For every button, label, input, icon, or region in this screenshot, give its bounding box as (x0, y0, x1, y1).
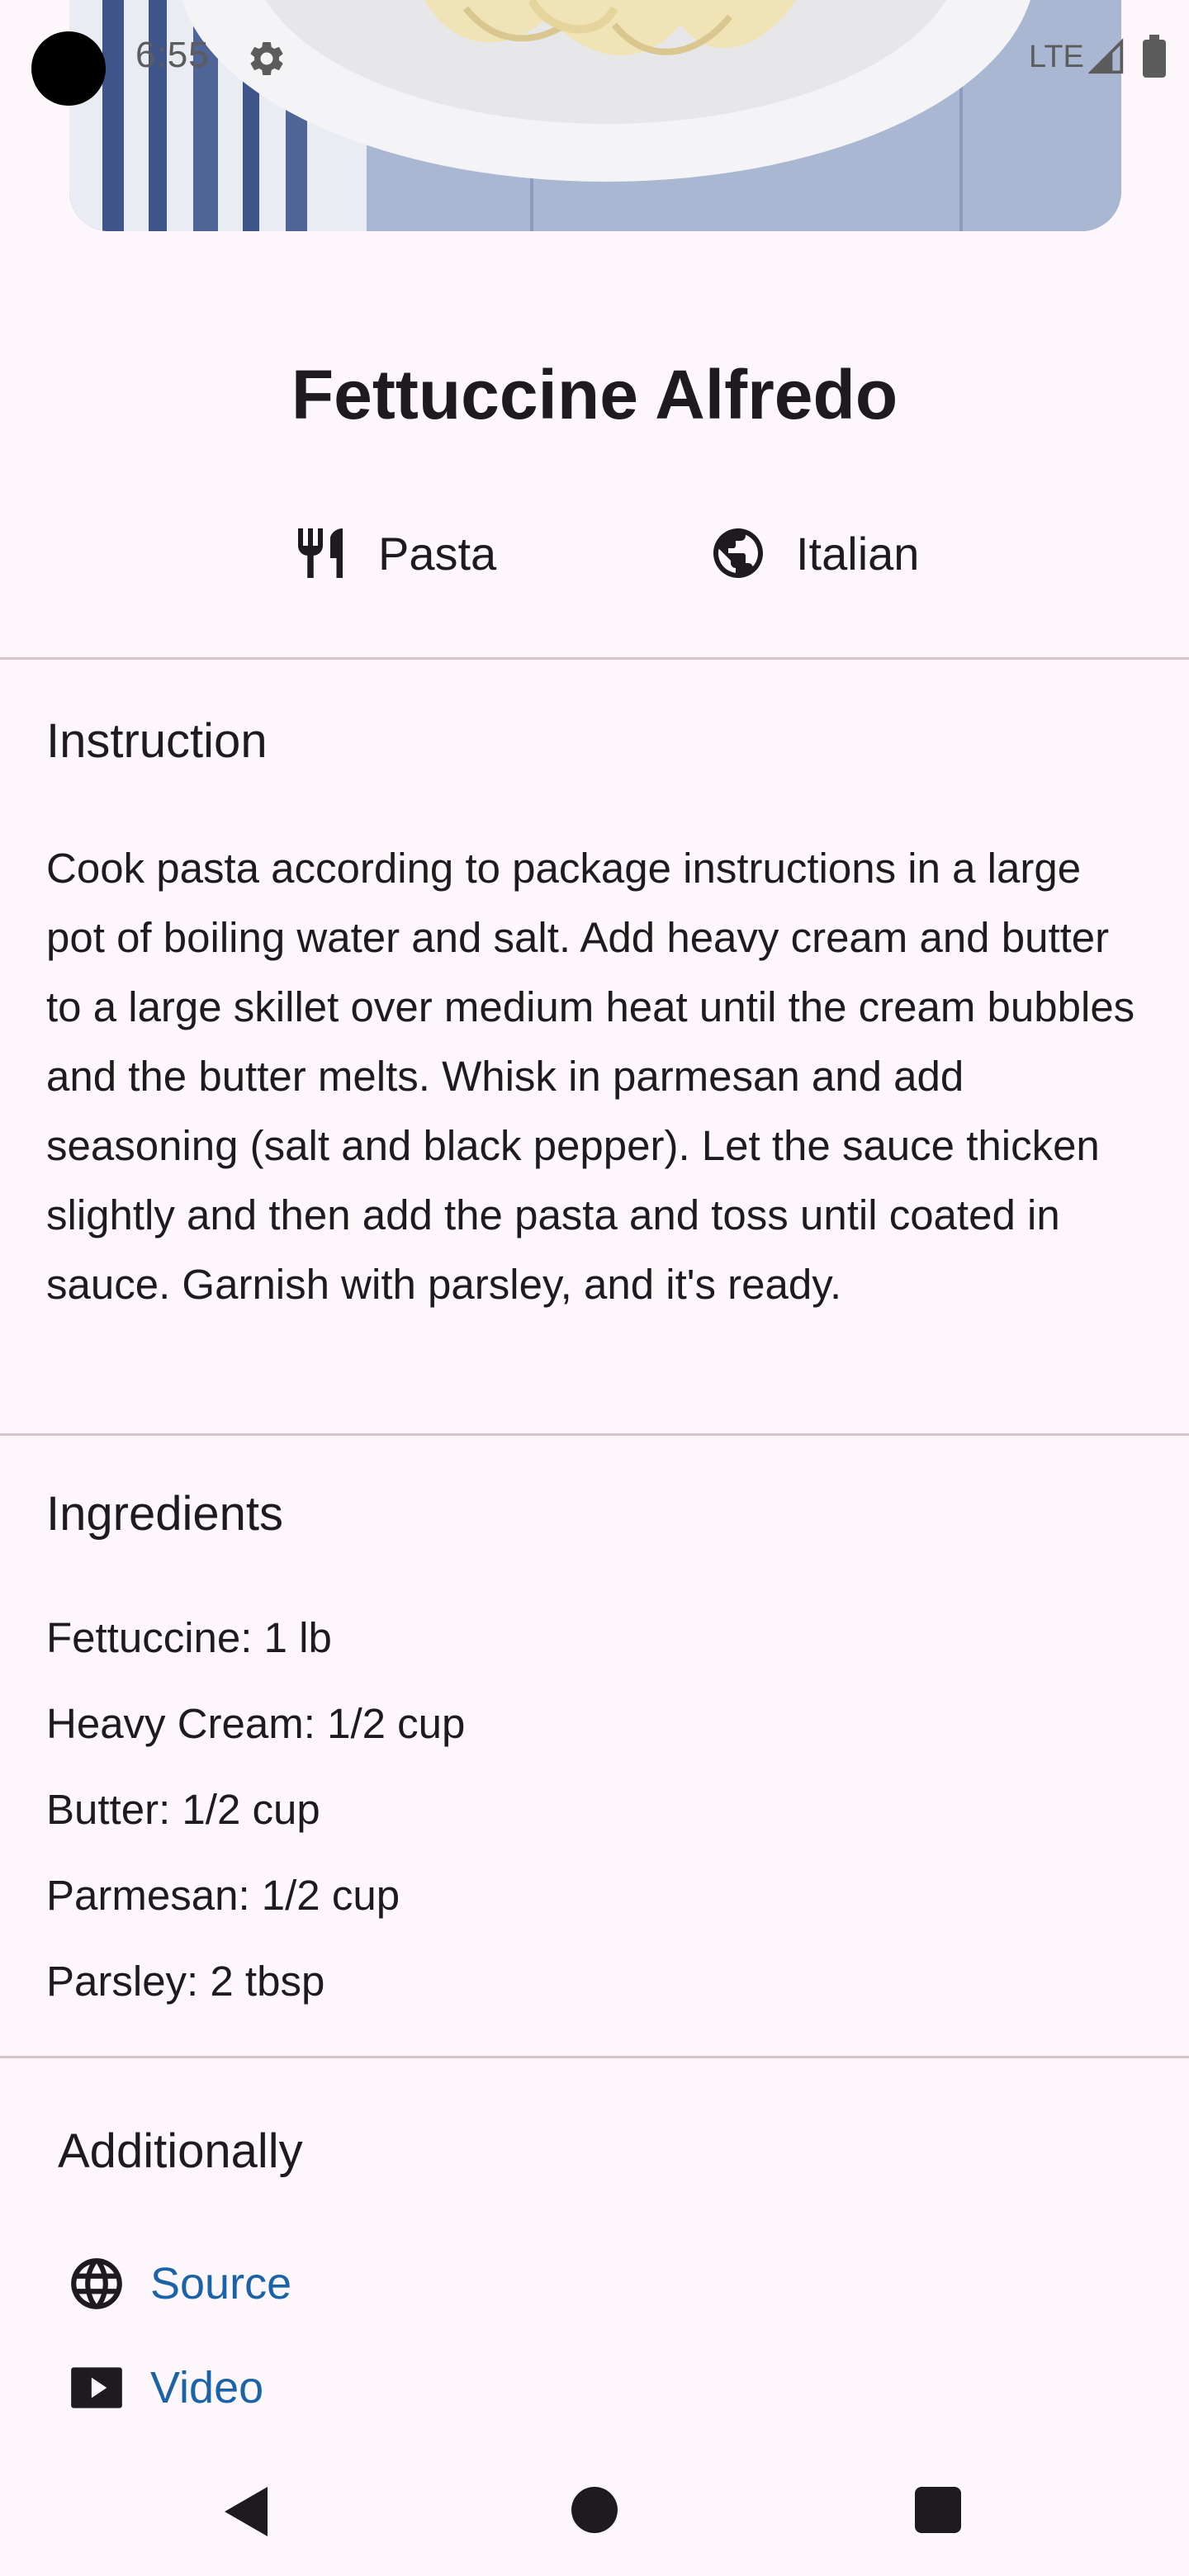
area-label: Italian (796, 527, 920, 580)
fork-knife-icon (298, 528, 343, 578)
recipe-category: Pasta (291, 520, 496, 586)
video-link[interactable]: Video (66, 2355, 263, 2421)
status-bar: 6:55 LTE (0, 0, 1189, 114)
ingredients-list: Fettuccine: 1 lb Heavy Cream: 1/2 cup Bu… (46, 1605, 465, 2034)
recipe-title: Fettuccine Alfredo (291, 356, 898, 433)
additionally-heading: Additionally (58, 2124, 303, 2178)
divider (0, 1433, 1189, 1436)
settings-gear-icon (250, 41, 283, 75)
source-link[interactable]: Source (66, 2251, 291, 2317)
ingredient-item: Butter: 1/2 cup (46, 1786, 320, 1833)
system-navigation-bar (0, 2452, 1189, 2576)
instruction-text: Cook pasta according to package instruct… (46, 845, 1135, 1308)
divider (0, 657, 1189, 660)
network-type-label: LTE (1029, 40, 1084, 74)
back-icon[interactable] (221, 2485, 271, 2538)
globe-icon (713, 528, 763, 578)
ingredient-item: Parsley: 2 tbsp (46, 1958, 325, 2005)
source-link-label[interactable]: Source (150, 2258, 291, 2309)
camera-cutout (31, 31, 106, 106)
category-label: Pasta (378, 527, 497, 580)
recents-icon[interactable] (915, 2487, 961, 2533)
ingredient-item: Parmesan: 1/2 cup (46, 1872, 400, 1919)
play-video-icon (71, 2367, 122, 2408)
instruction-heading: Instruction (46, 714, 268, 768)
home-icon[interactable] (571, 2487, 618, 2533)
ingredient-item: Fettuccine: 1 lb (46, 1614, 332, 1661)
ingredient-item: Heavy Cream: 1/2 cup (46, 1700, 466, 1747)
globe-icon (71, 2258, 122, 2309)
status-time: 6:55 (135, 35, 210, 75)
recipe-area: Italian (708, 520, 919, 586)
signal-icon (1088, 38, 1124, 74)
ingredients-heading: Ingredients (46, 1487, 283, 1541)
divider (0, 2056, 1189, 2058)
video-link-label[interactable]: Video (150, 2362, 263, 2413)
battery-icon (1143, 35, 1166, 78)
